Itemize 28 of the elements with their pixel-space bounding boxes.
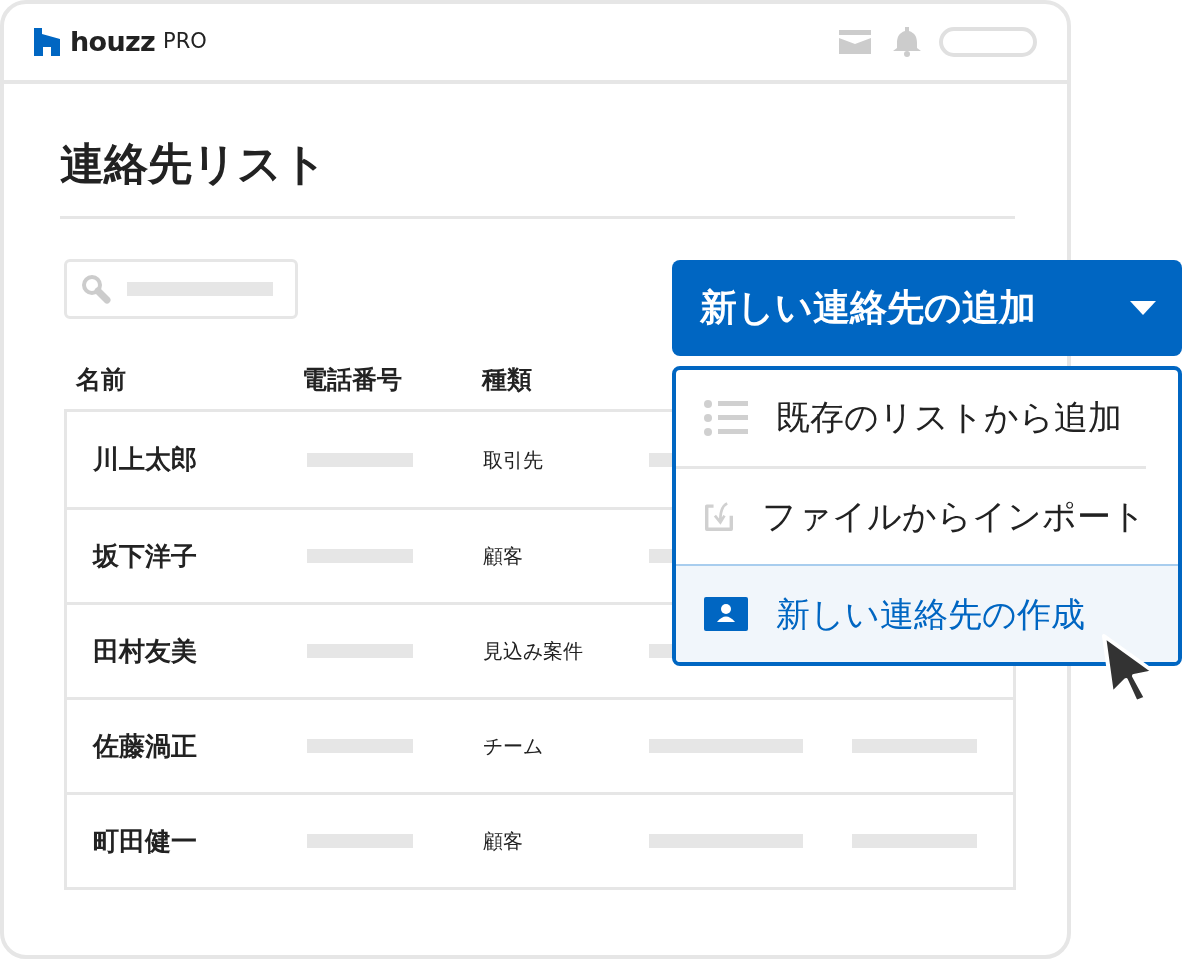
caret-icon: [1130, 301, 1156, 315]
notification-bell-icon[interactable]: [891, 27, 923, 57]
logo-icon: [34, 28, 60, 56]
search-icon: [81, 274, 111, 304]
page-title: 連絡先リスト: [60, 137, 328, 191]
profile-pill[interactable]: [939, 27, 1037, 57]
contact-name: 佐藤渦正: [93, 729, 198, 763]
contact-type: 顧客: [483, 543, 524, 570]
list-icon: [704, 399, 748, 436]
contact-type: 取引先: [483, 446, 544, 474]
column-header: 種類: [482, 364, 532, 396]
add-contact-button[interactable]: 新しい連絡先の追加: [672, 260, 1182, 356]
mail-icon[interactable]: [839, 30, 871, 54]
contact-name: 坂下洋子: [93, 539, 198, 573]
contact-type: 顧客: [483, 828, 524, 855]
contact-type: チーム: [483, 733, 544, 760]
menu-item[interactable]: 既存のリストから追加: [676, 370, 1178, 466]
contact-name: 町田健一: [93, 824, 198, 858]
contact-type: 見込み案件: [483, 638, 584, 665]
menu-item[interactable]: 新しい連絡先の作成: [676, 564, 1178, 662]
logo-text: houzz: [70, 24, 156, 59]
contact-name: 川上太郎: [93, 443, 198, 476]
logo-suffix: PRO: [163, 28, 207, 56]
column-header: 名前: [76, 364, 127, 396]
contact-card-icon: [704, 597, 748, 632]
column-header: 電話番号: [302, 364, 403, 396]
search-field[interactable]: [64, 259, 298, 319]
contact-name: 田村友美: [93, 634, 198, 668]
